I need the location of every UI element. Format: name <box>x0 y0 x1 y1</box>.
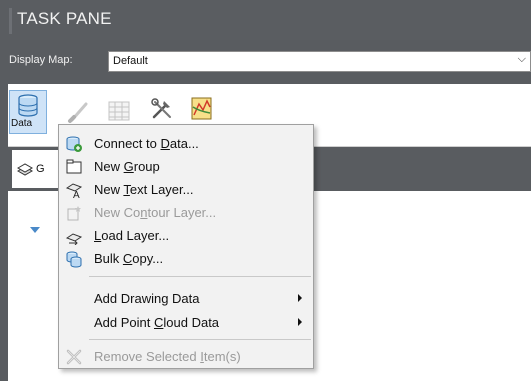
menu-separator <box>89 276 311 277</box>
title-grip[interactable] <box>9 8 12 34</box>
new-text-layer-icon: A <box>65 183 83 199</box>
task-pane: TASK PANE Display Map: Default ⌵ Data G … <box>0 0 531 381</box>
new-contour-layer-icon <box>67 206 81 221</box>
data-button[interactable]: Data <box>9 90 47 134</box>
menu-item-new-group[interactable]: New Group <box>60 155 312 178</box>
load-layer-icon <box>65 233 83 245</box>
new-group-icon <box>66 159 82 174</box>
connect-data-icon <box>66 136 82 152</box>
svg-text:A: A <box>73 190 80 199</box>
display-map-value: Default <box>113 55 148 67</box>
menu-item-add-drawing-data[interactable]: Add Drawing Data <box>60 287 312 310</box>
data-button-label: Data <box>11 118 33 129</box>
tab-layers[interactable]: G <box>12 150 62 188</box>
title-bar[interactable]: TASK PANE <box>0 0 531 40</box>
menu-item-bulk-copy[interactable]: Bulk Copy... <box>60 247 312 270</box>
layers-icon <box>16 163 34 176</box>
menu-item-add-point-cloud-data[interactable]: Add Point Cloud Data <box>60 311 312 334</box>
menu-item-connect-to-data[interactable]: Connect to Data... <box>60 132 312 155</box>
submenu-arrow-icon <box>298 318 302 326</box>
pane-title: TASK PANE <box>17 9 112 28</box>
style-brush-icon[interactable] <box>66 98 92 124</box>
display-map-label: Display Map: <box>9 54 73 66</box>
tools-icon[interactable] <box>149 96 175 122</box>
menu-item-new-contour-layer: New Contour Layer... <box>60 201 312 224</box>
menu-separator <box>89 339 311 340</box>
table-icon[interactable] <box>106 98 132 124</box>
left-gutter <box>0 84 8 381</box>
tab-layers-label: G <box>36 163 45 175</box>
menu-item-remove-selected-items: Remove Selected Item(s) <box>60 345 312 368</box>
bulk-copy-icon <box>66 251 82 268</box>
data-context-menu: Connect to Data... New Group A New Text … <box>58 124 314 369</box>
display-map-select[interactable]: Default ⌵ <box>108 51 531 72</box>
menu-item-load-layer[interactable]: Load Layer... <box>60 224 312 247</box>
map-book-icon[interactable] <box>189 95 215 121</box>
data-connect-icon <box>18 94 38 117</box>
menu-item-new-text-layer[interactable]: A New Text Layer... <box>60 178 312 201</box>
expand-arrow-icon[interactable] <box>30 227 40 233</box>
display-map-row: Display Map: Default ⌵ <box>0 40 531 84</box>
chevron-down-icon: ⌵ <box>517 53 526 65</box>
remove-item-icon <box>66 349 82 365</box>
submenu-arrow-icon <box>298 294 302 302</box>
